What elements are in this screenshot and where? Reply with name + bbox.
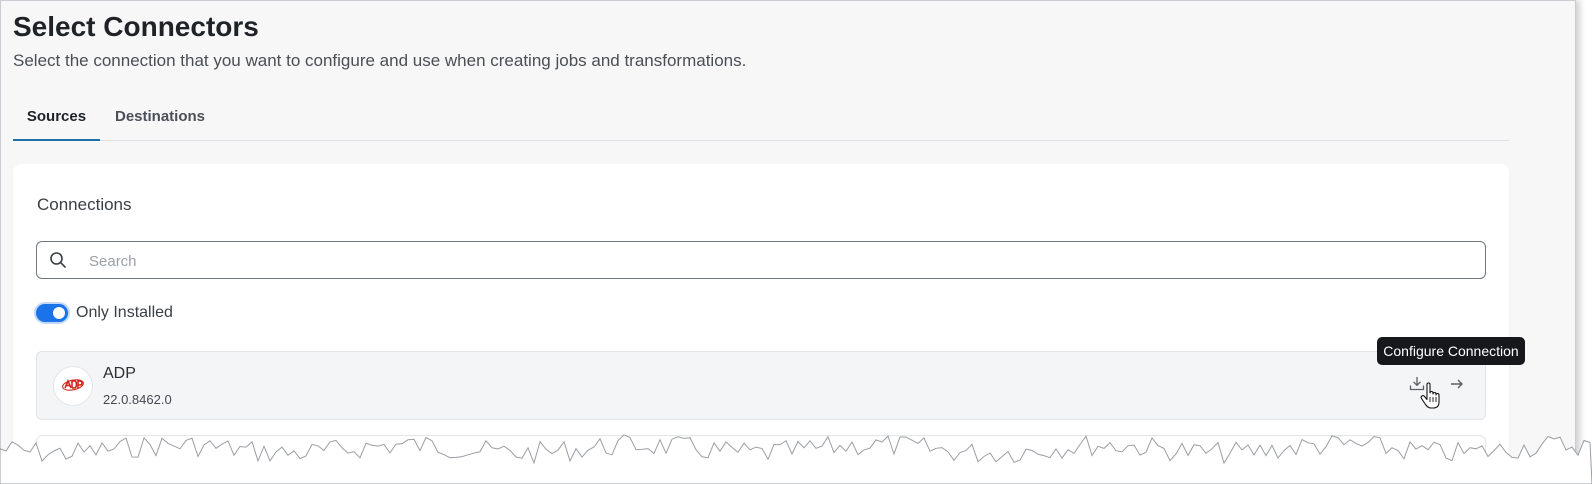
page-subtitle: Select the connection that you want to c…: [13, 51, 747, 70]
tab-destinations[interactable]: Destinations: [115, 99, 205, 139]
only-installed-label: Only Installed: [76, 304, 173, 321]
app-window: Select Connectors Select the connection …: [0, 0, 1576, 471]
page-title: Select Connectors: [13, 11, 259, 42]
search-icon: [50, 252, 66, 268]
hand-cursor-icon: [1420, 382, 1440, 409]
search-input[interactable]: [87, 246, 1471, 276]
tab-sources[interactable]: Sources: [13, 99, 100, 141]
configure-connection-tooltip: Configure Connection: [1377, 337, 1525, 365]
torn-edge: [0, 434, 1592, 484]
connections-panel: Connections Only Installed: [13, 164, 1509, 471]
connection-card-adp[interactable]: ADP 22.0.8462.0: [36, 351, 1486, 420]
configure-icon[interactable]: [1447, 374, 1467, 394]
connection-name: ADP: [103, 365, 136, 382]
search-box: [36, 241, 1486, 279]
adp-logo: [53, 366, 93, 406]
toggle-knob: [53, 307, 65, 319]
connections-title: Connections: [37, 195, 132, 214]
only-installed-toggle[interactable]: [36, 304, 68, 322]
tab-bar: Sources Destinations: [13, 99, 1509, 141]
connection-version: 22.0.8462.0: [103, 392, 172, 407]
